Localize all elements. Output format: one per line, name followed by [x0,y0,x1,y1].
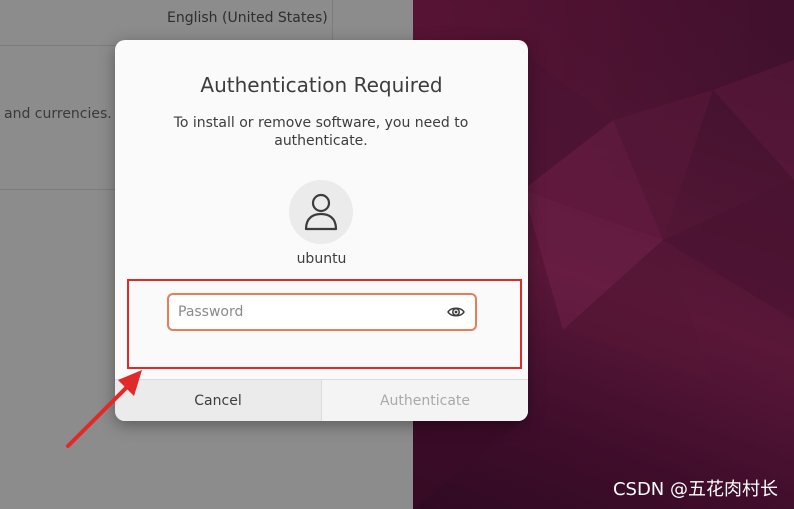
row-divider [332,0,333,45]
watermark-text: CSDN @五花肉村长 [612,479,778,500]
dialog-message-line2: authenticate. [274,133,368,149]
authenticate-button[interactable]: Authenticate [322,380,528,421]
user-icon [304,193,338,231]
dialog-button-row: Cancel Authenticate [115,379,528,421]
annotation-highlight-box [127,279,522,369]
dialog-message: To install or remove software, you need … [171,114,471,150]
annotation-arrow-icon [66,370,142,448]
avatar [289,180,353,244]
dialog-message-line1: To install or remove software, you need … [173,115,469,131]
dialog-title: Authentication Required [200,73,443,97]
username-label: ubuntu [296,251,347,267]
language-value: English (United States) [167,10,328,26]
formats-description: and currencies. [4,106,112,122]
